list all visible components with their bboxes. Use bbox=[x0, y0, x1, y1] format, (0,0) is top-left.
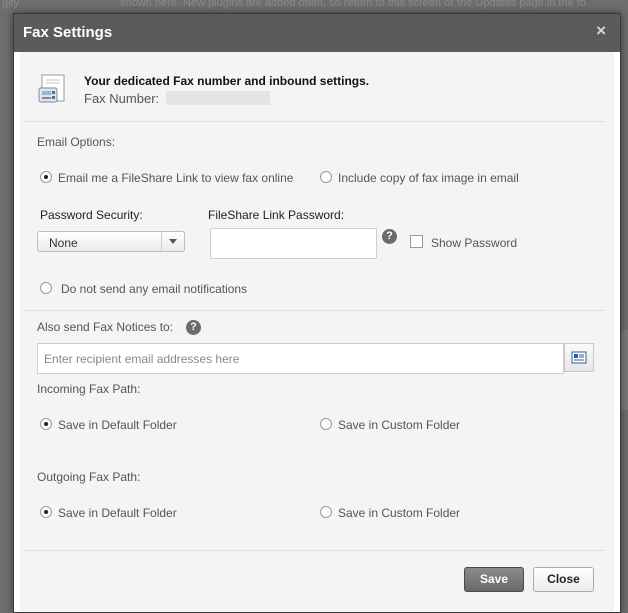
radio-no-notifications[interactable] bbox=[40, 282, 52, 294]
radio-filesharelink[interactable] bbox=[40, 171, 52, 183]
header-separator bbox=[24, 121, 605, 122]
show-password-checkbox[interactable] bbox=[410, 235, 423, 248]
filesharelink-option-label[interactable]: Email me a FileShare Link to view fax on… bbox=[58, 171, 293, 185]
password-security-value: None bbox=[49, 236, 78, 250]
address-book-icon bbox=[571, 351, 587, 364]
fax-notices-label: Also send Fax Notices to: bbox=[37, 320, 174, 334]
radio-include-copy[interactable] bbox=[320, 171, 332, 183]
outgoing-default-label[interactable]: Save in Default Folder bbox=[58, 506, 177, 520]
outgoing-custom-label[interactable]: Save in Custom Folder bbox=[338, 506, 460, 520]
footer-separator bbox=[24, 550, 605, 551]
outgoing-fax-path-label: Outgoing Fax Path: bbox=[37, 470, 141, 484]
dialog-title: Fax Settings bbox=[23, 24, 113, 41]
radio-outgoing-default[interactable] bbox=[40, 506, 52, 518]
radio-incoming-custom[interactable] bbox=[320, 418, 332, 430]
background-top-text: shown here. New plugins are added often,… bbox=[120, 0, 586, 9]
dialog-titlebar: Fax Settings × bbox=[14, 14, 620, 52]
email-options-label: Email Options: bbox=[37, 135, 116, 149]
fax-machine-icon bbox=[38, 74, 65, 103]
recipient-email-input[interactable] bbox=[37, 343, 564, 374]
fax-number-label: Fax Number: bbox=[84, 91, 160, 106]
no-notifications-label[interactable]: Do not send any email notifications bbox=[61, 282, 247, 296]
show-password-label[interactable]: Show Password bbox=[431, 236, 517, 250]
radio-incoming-default[interactable] bbox=[40, 418, 52, 430]
save-button[interactable]: Save bbox=[464, 567, 524, 592]
password-help-icon[interactable]: ? bbox=[382, 229, 397, 244]
background-strip bbox=[620, 330, 628, 410]
password-security-label: Password Security: bbox=[40, 208, 143, 222]
filesharelink-password-input[interactable] bbox=[210, 228, 377, 259]
fax-settings-dialog: Fax Settings × Your dedicated Fax number… bbox=[13, 13, 621, 613]
incoming-default-label[interactable]: Save in Default Folder bbox=[58, 418, 177, 432]
filesharelink-password-label: FileShare Link Password: bbox=[208, 208, 345, 222]
radio-outgoing-custom[interactable] bbox=[320, 506, 332, 518]
fax-number-redacted bbox=[166, 91, 270, 105]
incoming-fax-path-label: Incoming Fax Path: bbox=[37, 382, 141, 396]
address-book-button[interactable] bbox=[564, 343, 594, 372]
password-security-select[interactable]: None bbox=[37, 231, 185, 252]
close-button[interactable]: Close bbox=[533, 567, 594, 592]
incoming-custom-label[interactable]: Save in Custom Folder bbox=[338, 418, 460, 432]
notifications-separator bbox=[24, 310, 605, 311]
chevron-down-icon bbox=[161, 232, 184, 251]
dialog-heading: Your dedicated Fax number and inbound se… bbox=[84, 74, 370, 88]
notices-help-icon[interactable]: ? bbox=[186, 320, 201, 335]
close-icon[interactable]: × bbox=[596, 21, 606, 41]
include-copy-option-label[interactable]: Include copy of fax image in email bbox=[338, 171, 519, 185]
background-left-text: gify bbox=[2, 0, 20, 9]
